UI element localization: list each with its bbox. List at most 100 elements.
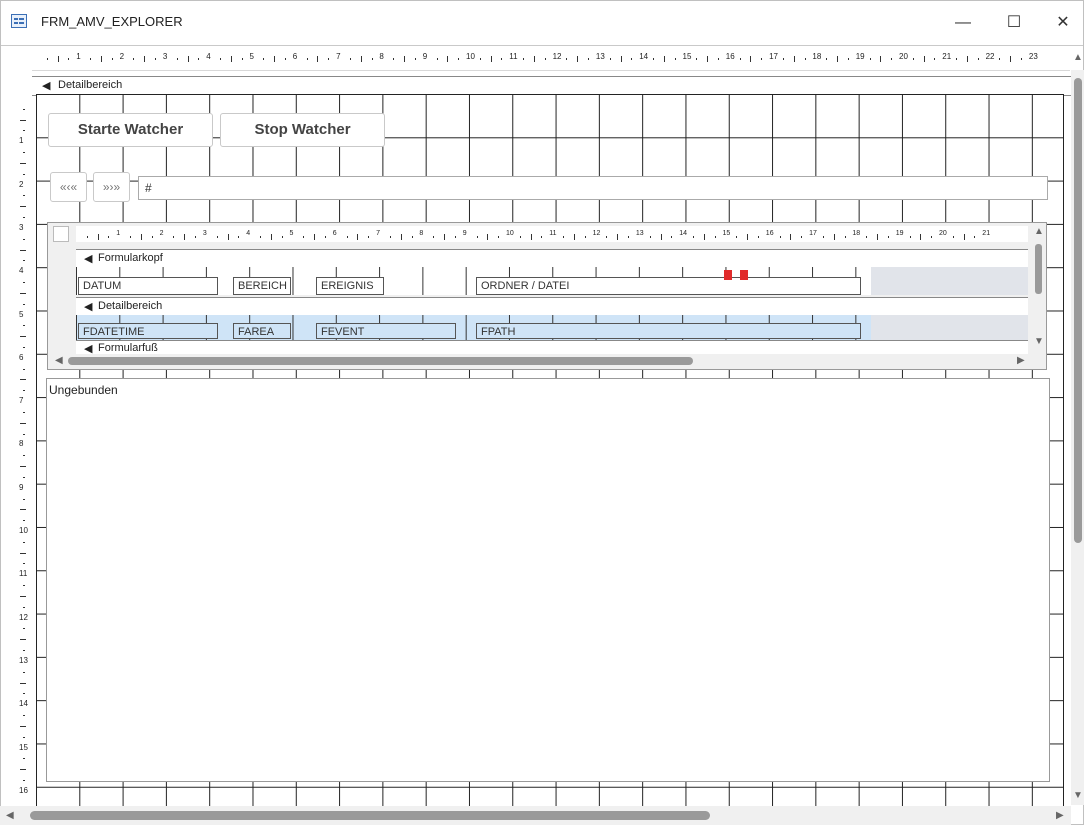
ruler-tick-mark — [999, 58, 1001, 60]
header-label-datum[interactable]: DATUM — [78, 277, 218, 295]
subform-ruler-tick-mark — [660, 234, 662, 240]
subform-ruler-tick-mark — [584, 236, 586, 238]
ruler-left-tick-mark — [23, 130, 25, 132]
detail-field-farea[interactable]: FAREA — [233, 323, 291, 339]
ruler-tick-mark — [956, 58, 958, 60]
next-button[interactable]: »›» — [93, 172, 130, 202]
ruler-tick-mark — [782, 58, 784, 60]
scroll-up-icon[interactable]: ▲ — [1034, 226, 1044, 237]
subform-ruler-tick-mark — [747, 234, 749, 240]
ruler-tick-mark — [144, 56, 146, 62]
main-hscroll-thumb[interactable] — [30, 811, 710, 820]
ruler-tick-label: 7 — [336, 52, 341, 61]
scroll-right-icon[interactable]: ▶ — [1017, 355, 1025, 366]
scroll-left-icon[interactable]: ◀ — [6, 810, 14, 821]
ruler-tick-mark — [46, 58, 48, 60]
ruler-left-tick-mark — [20, 639, 26, 641]
stop-watcher-button[interactable]: Stop Watcher — [220, 113, 385, 147]
subform-control[interactable]: 1 2 3 4 5 6 7 8 9 10 11 12 13 14 15 16 17 18 19 20 21 ◀ Form… — [47, 222, 1047, 370]
subform-ruler-tick-label: 7 — [376, 230, 380, 237]
ruler-tick-label: 5 — [249, 52, 254, 61]
ruler-tick-label: 9 — [422, 52, 428, 61]
ruler-tick-mark — [57, 56, 59, 62]
ruler-left-tick-mark — [23, 238, 25, 240]
form-icon — [11, 14, 27, 28]
ruler-left-tick-mark — [23, 346, 25, 348]
detail-section-bar[interactable]: ◀ Detailbereich — [32, 76, 1071, 96]
scroll-left-icon[interactable]: ◀ — [55, 355, 63, 366]
subform-ruler-tick-mark — [444, 234, 446, 240]
header-label-ereignis[interactable]: EREIGNIS — [316, 277, 384, 295]
subform-vscroll-thumb[interactable] — [1035, 244, 1042, 294]
ruler-tick-mark — [447, 56, 449, 62]
subform-ruler-tick-label: 1 — [116, 230, 121, 237]
subform-ruler-tick-mark — [628, 236, 630, 238]
ruler-left-tick-mark — [23, 650, 25, 652]
subform-vscrollbar[interactable]: ▲ ▼ — [1031, 226, 1045, 351]
subform-header-bar[interactable]: ◀ Formularkopf — [76, 249, 1028, 268]
ruler-tick-mark — [826, 58, 828, 60]
ruler-left-tick-mark — [20, 206, 26, 208]
maximize-button[interactable]: ☐ — [994, 9, 1034, 37]
ruler-left-tick-mark — [20, 292, 26, 294]
subform-hscrollbar[interactable]: ◀ ▶ — [53, 354, 1031, 368]
prev-button[interactable]: «‹« — [50, 172, 87, 202]
start-watcher-button[interactable]: Starte Watcher — [48, 113, 213, 147]
subform-ruler-tick-mark — [790, 234, 792, 240]
subform-ruler-tick-mark — [86, 236, 88, 238]
ruler-tick-label: 12 — [552, 52, 562, 61]
ruler-tick-mark — [328, 58, 330, 60]
ruler-tick-mark — [707, 56, 709, 62]
subform-ruler-tick-mark — [346, 236, 348, 238]
subform-empty-area — [871, 267, 1028, 295]
subform-ruler-tick-label: 19 — [895, 230, 904, 237]
ruler-tick-mark — [588, 58, 590, 60]
subform-ruler-tick-mark — [703, 234, 705, 240]
unbound-control[interactable]: Ungebunden — [46, 378, 1050, 782]
subform-hscroll-thumb[interactable] — [68, 357, 693, 365]
subform-ruler-tick-mark — [389, 236, 391, 238]
scroll-right-icon[interactable]: ▶ — [1056, 810, 1064, 821]
detail-field-fdatetime[interactable]: FDATETIME — [78, 323, 218, 339]
ruler-left-tick-label: 11 — [19, 569, 28, 579]
ruler-tick-label: 20 — [899, 52, 908, 61]
subform-ruler-tick-mark — [238, 236, 240, 238]
subform-ruler-tick-mark — [877, 234, 879, 240]
subform-ruler-tick-label: 18 — [852, 230, 861, 237]
ruler-left-tick-mark — [23, 585, 25, 587]
subform-ruler-tick-mark — [130, 236, 132, 238]
ruler-tick-mark — [1010, 56, 1012, 62]
subform-ruler-tick-label: 3 — [202, 230, 207, 237]
ruler-left-tick-mark — [23, 260, 25, 262]
ruler-left-tick-mark — [23, 411, 25, 413]
detail-field-fevent[interactable]: FEVENT — [316, 323, 456, 339]
ruler-left-tick-label: 5 — [19, 309, 24, 319]
ruler-left-tick-label: 14 — [19, 699, 28, 709]
ruler-tick-label: 10 — [466, 52, 475, 61]
ruler-left-tick-mark — [20, 509, 26, 511]
scroll-up-icon[interactable]: ▲ — [1073, 52, 1083, 63]
ruler-tick-label: 19 — [855, 52, 865, 61]
subform-detail-bar[interactable]: ◀ Detailbereich — [76, 297, 1028, 316]
subform-ruler-tick-mark — [314, 234, 316, 240]
close-button[interactable]: ✕ — [1043, 9, 1083, 37]
main-vscroll-thumb[interactable] — [1074, 78, 1082, 543]
ruler-tick-mark — [533, 56, 535, 62]
subform-ruler-tick-label: 14 — [679, 230, 687, 237]
header-label-bereich[interactable]: BEREICH — [233, 277, 291, 295]
ruler-left-tick-label: 1 — [19, 136, 24, 146]
ruler-tick-mark — [414, 58, 416, 60]
ruler-tick-mark — [912, 58, 914, 60]
ruler-tick-label: 18 — [812, 52, 822, 61]
scroll-down-icon[interactable]: ▼ — [1073, 790, 1083, 801]
subform-ruler-tick-mark — [270, 234, 272, 240]
detail-field-fpath[interactable]: FPATH — [476, 323, 861, 339]
ruler-left-tick-label: 3 — [19, 222, 24, 232]
position-field[interactable]: # — [138, 176, 1048, 200]
subform-select-box[interactable] — [53, 226, 69, 242]
header-label-ordner-datei[interactable]: ORDNER / DATEI — [476, 277, 861, 295]
subform-ruler-tick-label: 8 — [419, 230, 424, 237]
scroll-down-icon[interactable]: ▼ — [1034, 336, 1044, 347]
minimize-button[interactable]: — — [943, 9, 983, 37]
ruler-tick-mark — [90, 58, 92, 60]
